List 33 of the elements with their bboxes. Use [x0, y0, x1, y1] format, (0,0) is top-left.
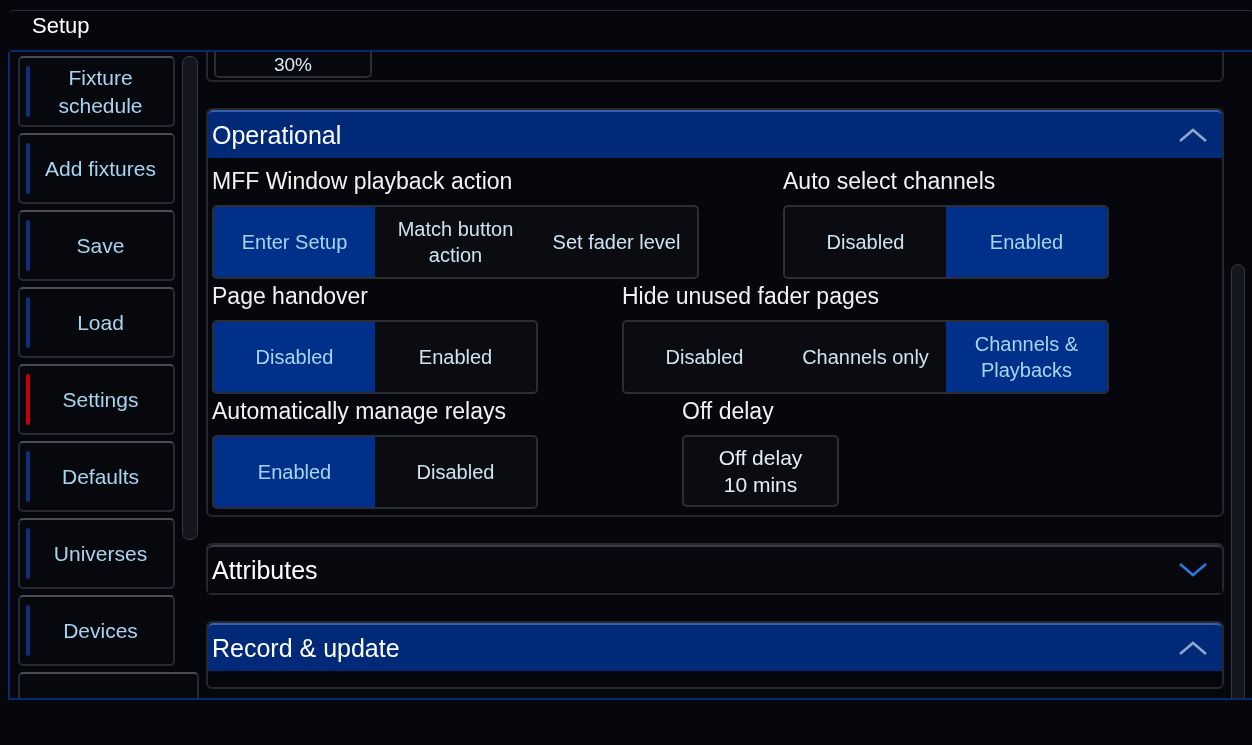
- sidebar-button[interactable]: Load: [18, 287, 175, 358]
- sidebar-button[interactable]: Universes: [18, 518, 175, 589]
- setting-label: Page handover: [212, 283, 369, 310]
- scrollbar[interactable]: [182, 56, 198, 540]
- sidebar-button[interactable]: Add fixtures: [18, 133, 175, 204]
- expand-icon[interactable]: [1178, 562, 1208, 578]
- sidebar-button[interactable]: Settings: [18, 364, 175, 435]
- setting-label: Auto select channels: [783, 168, 997, 195]
- option-button[interactable]: Disabled: [214, 322, 375, 392]
- value-button[interactable]: 30%: [214, 52, 372, 78]
- sidebar-button[interactable]: Save: [18, 210, 175, 281]
- window-title: Setup: [31, 12, 90, 39]
- section-header[interactable]: Record & update: [208, 623, 1222, 671]
- option-button[interactable]: Enabled: [214, 437, 375, 507]
- option-button[interactable]: Enter Setup: [214, 207, 375, 277]
- setting-label: Hide unused fader pages: [622, 283, 881, 310]
- collapse-icon[interactable]: [1178, 127, 1208, 143]
- section-title: Operational: [212, 120, 342, 150]
- sidebar-button[interactable]: Devices: [18, 595, 175, 666]
- setting-label: MFF Window playback action: [212, 168, 514, 195]
- option-button[interactable]: Enabled: [946, 207, 1107, 277]
- section-header[interactable]: Attributes: [208, 545, 1222, 593]
- section-title: Record & update: [212, 633, 400, 663]
- value-button[interactable]: Off delay 10 mins: [682, 435, 839, 507]
- section-title: Attributes: [212, 555, 318, 585]
- collapse-icon[interactable]: [1178, 640, 1208, 656]
- option-button[interactable]: Channels & Playbacks: [946, 322, 1107, 392]
- setting-label: Off delay: [682, 398, 775, 425]
- setting-label: Automatically manage relays: [212, 398, 508, 425]
- scrollbar[interactable]: [1231, 264, 1245, 698]
- sidebar-button[interactable]: Defaults: [18, 441, 175, 512]
- sidebar-button[interactable]: Fixture schedule: [18, 56, 175, 127]
- section-header[interactable]: Operational: [208, 110, 1222, 158]
